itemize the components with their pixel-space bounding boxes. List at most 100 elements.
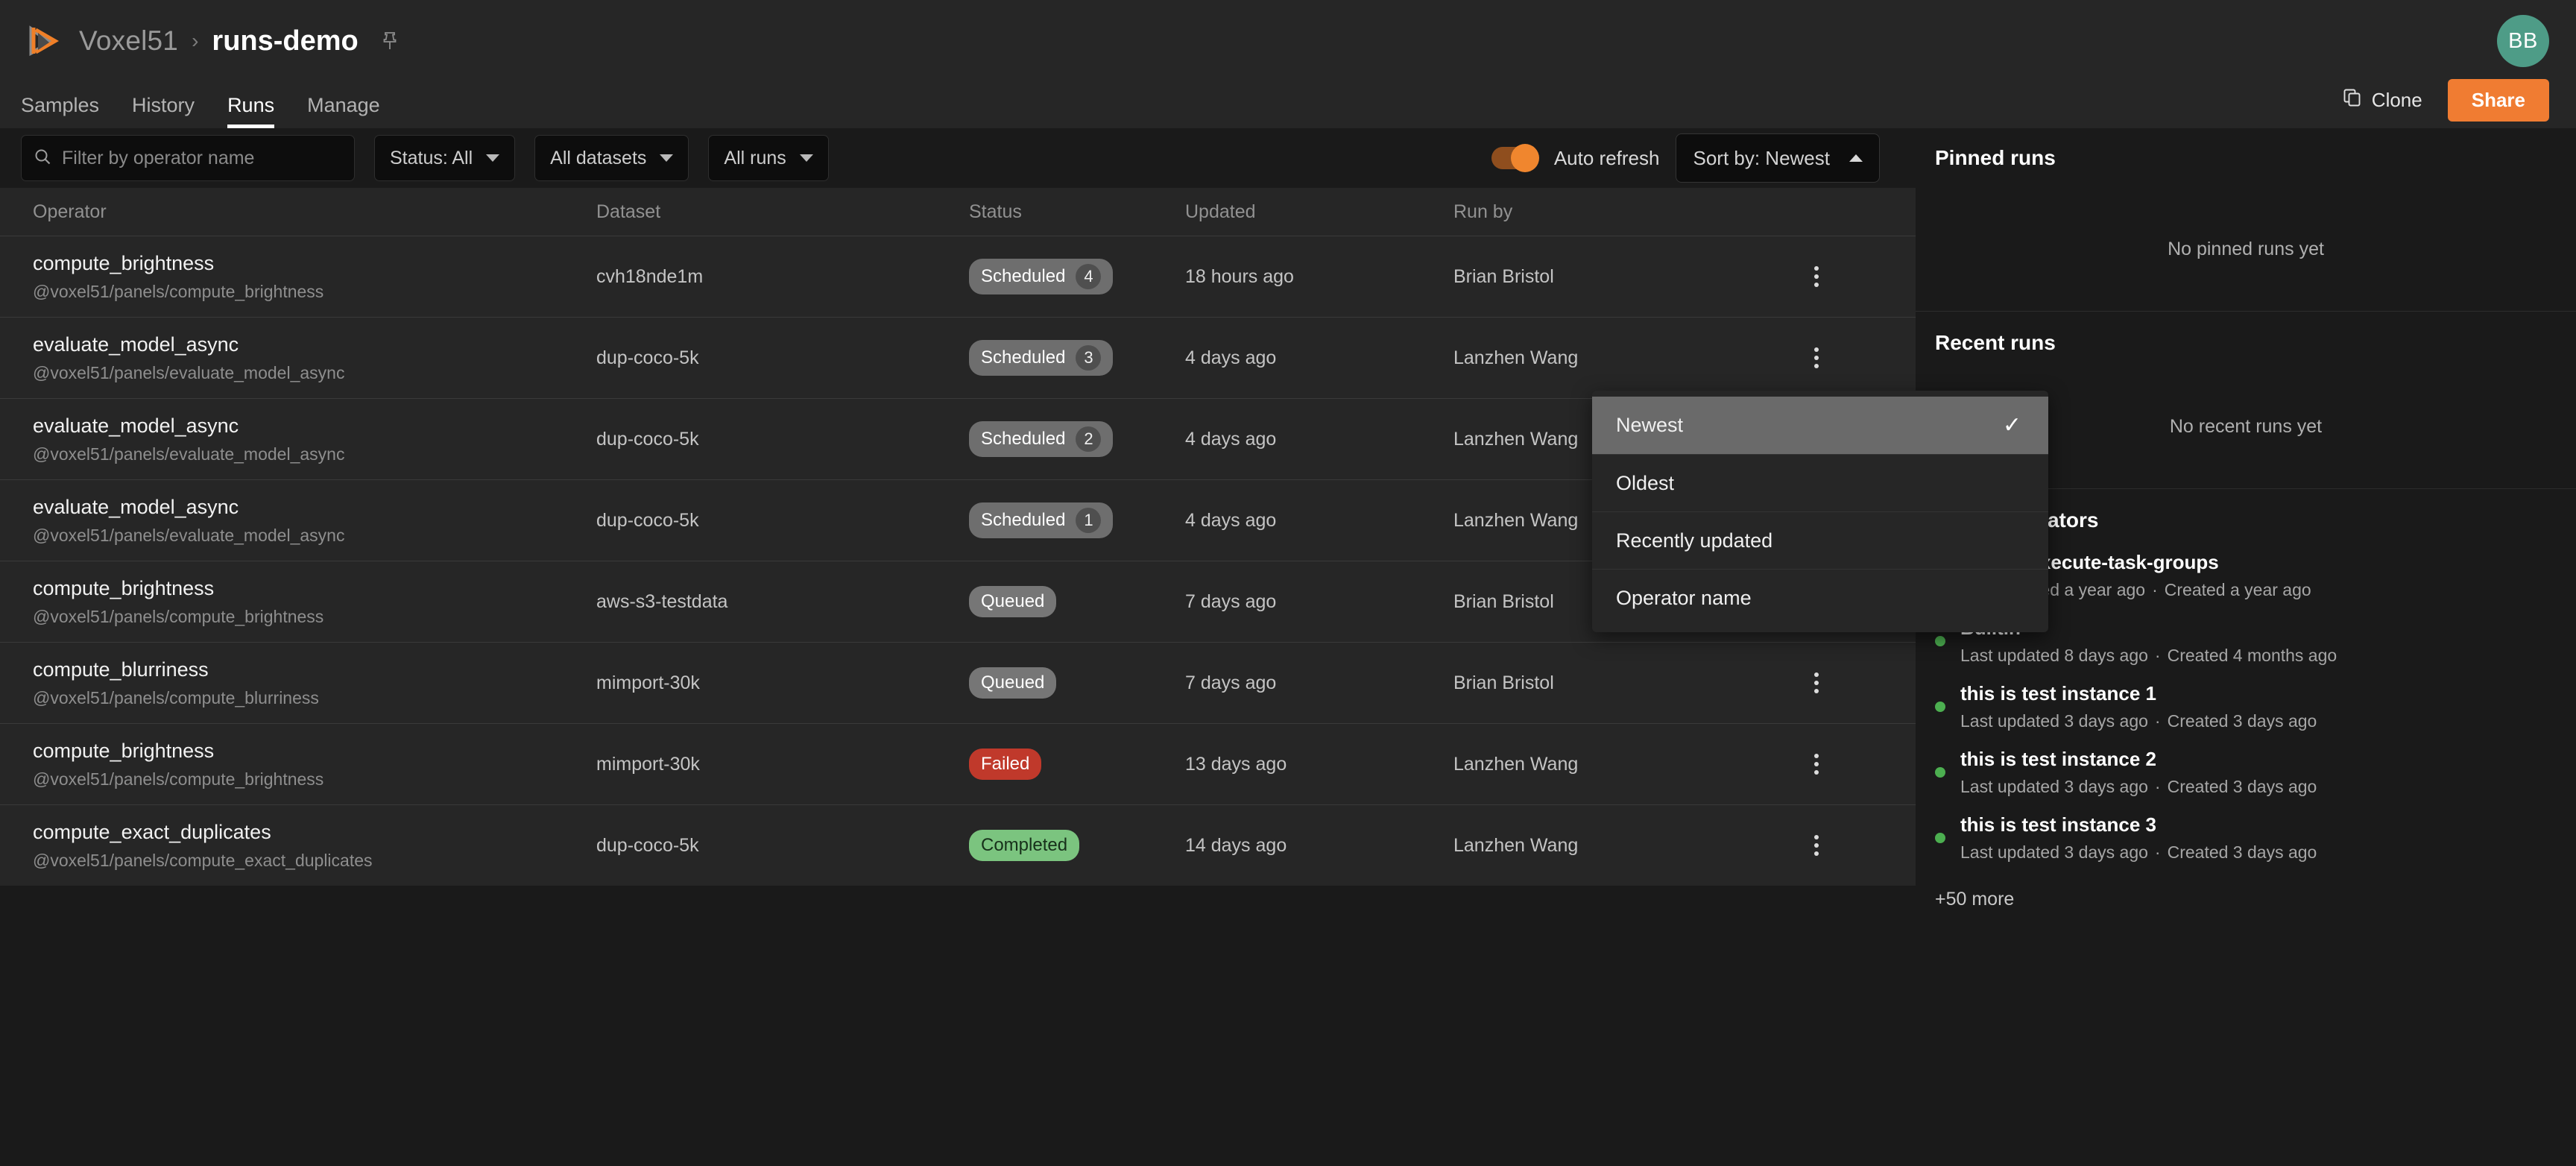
operator-name[interactable]: compute_exact_duplicates	[33, 821, 596, 844]
status-badge-count: 3	[1076, 345, 1102, 371]
status-badge-label: Queued	[981, 672, 1045, 693]
share-button[interactable]: Share	[2447, 79, 2549, 122]
sort-by-button[interactable]: Sort by: Newest	[1676, 133, 1880, 183]
operator-uri: @voxel51/panels/evaluate_model_async	[33, 525, 345, 545]
list-item-text: this is test instance 3 Last updated 3 da…	[1960, 813, 2317, 863]
meta-separator: ·	[2154, 646, 2161, 665]
kebab-menu-icon[interactable]	[1804, 343, 1829, 373]
cell-dataset: cvh18nde1m	[596, 265, 704, 287]
table-row[interactable]: evaluate_model_async @voxel51/panels/eval…	[0, 317, 1916, 398]
status-badge-label: Scheduled	[981, 510, 1066, 530]
auto-refresh-label: Auto refresh	[1553, 146, 1660, 169]
kebab-menu-icon[interactable]	[1804, 262, 1829, 292]
status-badge: Queued	[969, 667, 1057, 699]
menu-item-operator-name[interactable]: Operator name	[1592, 569, 2048, 626]
chevron-down-icon	[799, 154, 813, 162]
breadcrumb-org[interactable]: Voxel51	[79, 25, 178, 57]
operator-name[interactable]: evaluate_model_async	[33, 415, 596, 438]
status-dot-icon	[1935, 702, 1945, 712]
tab-samples-label: Samples	[21, 93, 100, 116]
kebab-menu-icon[interactable]	[1804, 831, 1829, 860]
cell-dataset: dup-coco-5k	[596, 509, 699, 531]
menu-item-label: Oldest	[1616, 471, 1675, 494]
saved-operator-created: Created a year ago	[2164, 580, 2311, 599]
pinned-runs-empty: No pinned runs yet	[2168, 239, 2324, 259]
tab-runs[interactable]: Runs	[211, 82, 291, 128]
cell-status: Scheduled 4	[969, 259, 1185, 294]
list-item-text: this is test instance 2 Last updated 3 da…	[1960, 748, 2317, 797]
cell-actions	[1774, 749, 1916, 779]
cell-updated: 4 days ago	[1185, 428, 1277, 450]
saved-operator-meta: Last updated 3 days ago · Created 3 days a…	[1960, 777, 2317, 797]
saved-operator-name: this is test instance 1	[1960, 682, 2156, 705]
search-input[interactable]	[62, 147, 342, 169]
avatar[interactable]: BB	[2497, 15, 2549, 67]
operator-name[interactable]: compute_brightness	[33, 252, 596, 275]
kebab-menu-icon[interactable]	[1804, 668, 1829, 698]
operator-name[interactable]: evaluate_model_async	[33, 496, 596, 519]
operator-name[interactable]: compute_brightness	[33, 577, 596, 600]
kebab-menu-icon[interactable]	[1804, 749, 1829, 779]
operator-name[interactable]: compute_brightness	[33, 740, 596, 763]
pin-icon[interactable]	[381, 31, 399, 51]
runs-filter-label: All runs	[724, 147, 786, 168]
cell-run-by: Lanzhen Wang	[1453, 834, 1579, 856]
operator-name[interactable]: evaluate_model_async	[33, 333, 596, 356]
table-row[interactable]: compute_blurriness @voxel51/panels/comput…	[0, 642, 1916, 723]
sort-by-dropdown-menu[interactable]: Newest ✓ Oldest Recently updated Operator na…	[1592, 391, 2048, 632]
cell-status: Failed	[969, 749, 1185, 780]
page-body: Operator Dataset Status Updated Run by c…	[0, 188, 2576, 1166]
column-header-updated[interactable]: Updated	[1185, 201, 1453, 223]
saved-operator-created: Created 3 days ago	[2167, 711, 2317, 731]
search-icon	[34, 148, 51, 169]
menu-item-newest[interactable]: Newest ✓	[1592, 397, 2048, 454]
status-dot-icon	[1935, 636, 1945, 646]
tab-manage[interactable]: Manage	[291, 82, 397, 128]
column-header-dataset[interactable]: Dataset	[596, 201, 969, 223]
cell-status: Completed	[969, 830, 1185, 861]
menu-item-recently-updated[interactable]: Recently updated	[1592, 511, 2048, 569]
cell-updated: 7 days ago	[1185, 590, 1277, 612]
saved-operators-more-link[interactable]: +50 more	[1916, 871, 2576, 910]
status-badge: Scheduled 2	[969, 421, 1114, 457]
chevron-up-icon	[1849, 154, 1863, 162]
column-header-run-by[interactable]: Run by	[1453, 201, 1774, 223]
list-item[interactable]: this is test instance 1 Last updated 3 da…	[1916, 674, 2576, 740]
table-row[interactable]: compute_exact_duplicates @voxel51/panels/…	[0, 804, 1916, 886]
cell-actions	[1774, 262, 1916, 292]
cell-updated: 18 hours ago	[1185, 265, 1294, 287]
list-item[interactable]: this is test instance 2 Last updated 3 da…	[1916, 740, 2576, 805]
runs-table: Operator Dataset Status Updated Run by c…	[0, 188, 1916, 1166]
cell-operator: compute_blurriness @voxel51/panels/comput…	[0, 658, 596, 708]
status-filter-select[interactable]: Status: All	[374, 135, 516, 181]
runs-filter-select[interactable]: All runs	[708, 135, 829, 181]
table-row[interactable]: compute_brightness @voxel51/panels/comput…	[0, 723, 1916, 804]
dataset-filter-select[interactable]: All datasets	[534, 135, 689, 181]
right-sidebar: No pinned runs yet Recent runs No recent…	[1916, 188, 2576, 1166]
menu-item-oldest[interactable]: Oldest	[1592, 454, 2048, 511]
cell-updated: 13 days ago	[1185, 753, 1287, 775]
operator-name[interactable]: compute_blurriness	[33, 658, 596, 681]
status-badge: Scheduled 1	[969, 502, 1114, 538]
tab-samples[interactable]: Samples	[0, 82, 116, 128]
status-badge: Scheduled 4	[969, 259, 1114, 294]
saved-operator-meta: Last updated 3 days ago · Created 3 days a…	[1960, 842, 2317, 863]
column-header-status[interactable]: Status	[969, 201, 1185, 223]
cell-status: Queued	[969, 586, 1185, 617]
cell-operator: compute_brightness @voxel51/panels/comput…	[0, 252, 596, 302]
tab-history[interactable]: History	[116, 82, 211, 128]
table-row[interactable]: compute_brightness @voxel51/panels/comput…	[0, 236, 1916, 317]
column-header-operator[interactable]: Operator	[0, 201, 596, 223]
filter-bar: Status: All All datasets All runs Auto r…	[0, 128, 2576, 188]
voxel51-logo-icon[interactable]	[21, 20, 63, 62]
clone-button[interactable]: Clone	[2337, 83, 2428, 117]
search-field[interactable]	[21, 135, 355, 181]
menu-item-label: Newest	[1616, 414, 1684, 436]
auto-refresh-toggle[interactable]	[1491, 144, 1539, 172]
saved-operator-updated: Last updated 3 days ago	[1960, 711, 2148, 731]
cell-actions	[1774, 343, 1916, 373]
operator-uri: @voxel51/panels/compute_blurriness	[33, 687, 319, 708]
meta-separator: ·	[2152, 580, 2158, 599]
cell-updated: 4 days ago	[1185, 347, 1277, 368]
list-item[interactable]: this is test instance 3 Last updated 3 da…	[1916, 805, 2576, 871]
